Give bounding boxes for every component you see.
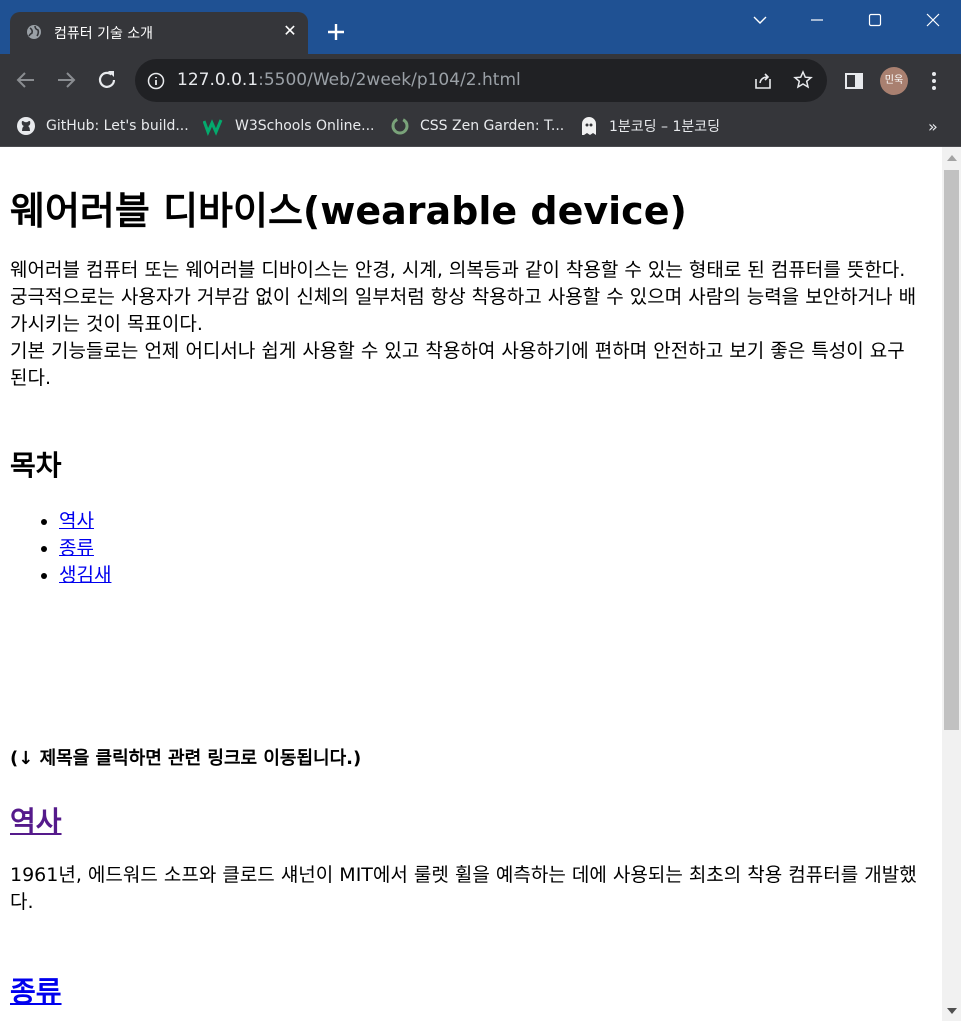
profile-avatar[interactable]: 민욱 <box>880 67 908 95</box>
intro-line: 궁극적으로는 사용자가 거부감 없이 신체의 일부처럼 항상 착용하고 사용할 … <box>10 286 917 335</box>
bookmark-star-icon[interactable] <box>793 70 813 90</box>
coding-ghost-icon <box>582 117 596 135</box>
bookmark-github[interactable]: GitHub: Let's build... <box>16 114 189 138</box>
bookmarks-overflow-chevron[interactable]: » <box>928 114 938 138</box>
tab-close-icon[interactable]: ✕ <box>280 21 300 41</box>
page-title: 웨어러블 디바이스(wearable device) <box>10 189 687 233</box>
scrollbar-thumb[interactable] <box>944 170 959 730</box>
site-info-icon[interactable] <box>147 72 165 90</box>
back-arrow-icon[interactable] <box>13 67 39 93</box>
web-page: 웨어러블 디바이스(wearable device) 웨어러블 컴퓨터 또는 웨… <box>0 147 942 1021</box>
tab-title: 컴퓨터 기술 소개 <box>54 26 154 42</box>
intro-line: 기본 기능들로는 언제 어디서나 쉽게 사용할 수 있고 착용하여 사용하기에 … <box>10 340 905 389</box>
section-types-heading: 종류 <box>10 970 62 1010</box>
zen-garden-icon <box>391 117 409 135</box>
toc-item: 역사 <box>59 508 111 535</box>
link-hint: (↓ 제목을 클릭하면 관련 링크로 이동됩니다.) <box>10 748 362 769</box>
browser-tab[interactable]: 컴퓨터 기술 소개 ✕ <box>10 12 308 54</box>
browser-titlebar: 컴퓨터 기술 소개 ✕ <box>0 0 961 54</box>
vertical-scrollbar[interactable] <box>942 147 961 1021</box>
w3schools-icon <box>203 119 223 136</box>
toc-list: 역사 종류 생김새 <box>10 508 111 589</box>
new-tab-icon[interactable] <box>325 21 347 43</box>
bookmark-w3schools[interactable]: W3Schools Online... <box>203 114 374 138</box>
toc-item: 생김새 <box>59 562 111 589</box>
globe-icon <box>27 25 41 39</box>
section-history-link[interactable]: 역사 <box>10 805 62 838</box>
scroll-up-arrow-icon[interactable] <box>947 155 957 161</box>
toc-link-appearance[interactable]: 생김새 <box>59 564 111 586</box>
intro-line: 웨어러블 컴퓨터 또는 웨어러블 디바이스는 안경, 시계, 의복등과 같이 착… <box>10 259 906 281</box>
scroll-down-arrow-icon[interactable] <box>947 1008 957 1014</box>
address-bar[interactable]: 127.0.0.1:5500/Web/2week/p104/2.html <box>135 59 827 102</box>
minimize-icon[interactable] <box>802 8 832 32</box>
maximize-icon[interactable] <box>860 8 890 32</box>
toc-link-history[interactable]: 역사 <box>59 510 94 532</box>
side-panel-icon[interactable] <box>844 71 864 91</box>
reload-icon[interactable] <box>94 67 120 93</box>
close-window-icon[interactable] <box>918 8 948 32</box>
github-icon <box>17 117 35 135</box>
forward-arrow-icon[interactable] <box>53 67 79 93</box>
intro-paragraph: 웨어러블 컴퓨터 또는 웨어러블 디바이스는 안경, 시계, 의복등과 같이 착… <box>10 257 922 392</box>
section-types-link[interactable]: 종류 <box>10 975 62 1008</box>
toc-heading: 목차 <box>10 449 62 482</box>
bookmark-1min-coding[interactable]: 1분코딩 – 1분코딩 <box>579 114 720 138</box>
toc-link-types[interactable]: 종류 <box>59 537 94 559</box>
share-icon[interactable] <box>753 71 773 91</box>
browser-toolbar: 127.0.0.1:5500/Web/2week/p104/2.html 민욱 <box>0 54 961 108</box>
section-history-text: 1961년, 에드워드 소프와 클로드 섀넌이 MIT에서 룰렛 휠을 예측하는… <box>10 864 917 913</box>
url-text[interactable]: 127.0.0.1:5500/Web/2week/p104/2.html <box>177 70 521 90</box>
more-menu-icon[interactable] <box>924 71 944 91</box>
section-history-heading: 역사 <box>10 800 62 840</box>
bookmarks-bar: GitHub: Let's build... W3Schools Online.… <box>0 108 961 147</box>
tab-search-chevron-down-icon[interactable] <box>745 8 775 32</box>
toc-item: 종류 <box>59 535 111 562</box>
bookmark-css-zen-garden[interactable]: CSS Zen Garden: T... <box>390 114 564 138</box>
